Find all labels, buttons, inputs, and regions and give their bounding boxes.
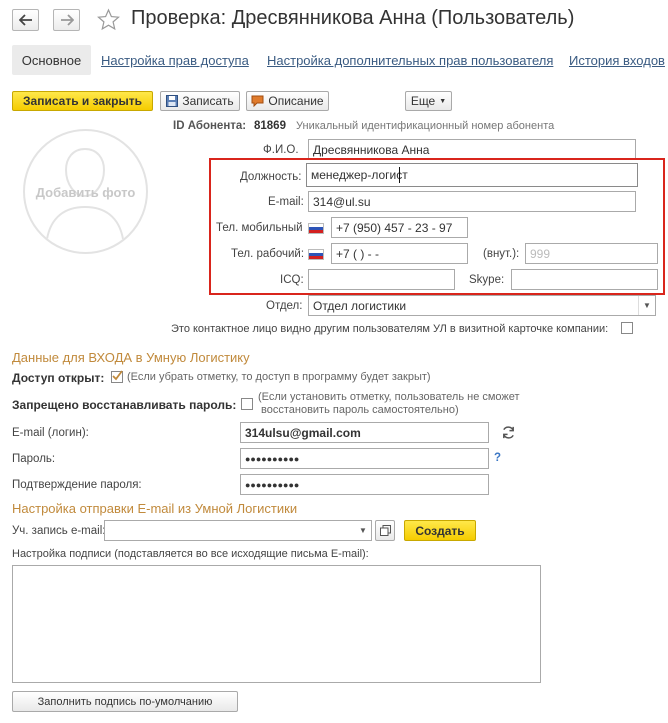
restore-password-label: Запрещено восстанавливать пароль:: [12, 398, 237, 412]
password-help-icon[interactable]: ?: [494, 452, 501, 464]
fill-default-signature-button[interactable]: Заполнить подпись по-умолчанию: [12, 691, 238, 712]
back-button[interactable]: [12, 9, 39, 31]
save-close-label: Записать и закрыть: [23, 94, 142, 108]
description-button[interactable]: Описание: [246, 91, 329, 111]
login-section-title: Данные для ВХОДА в Умную Логистику: [12, 350, 250, 365]
description-label: Описание: [268, 94, 324, 108]
tab-login-history[interactable]: История входов: [569, 53, 665, 68]
ext-input[interactable]: 999: [525, 243, 658, 264]
access-open-label: Доступ открыт:: [12, 371, 105, 385]
tab-main[interactable]: Основное: [12, 45, 91, 75]
signature-label: Настройка подписи (подставляется во все …: [12, 548, 369, 560]
restore-password-hint-1: (Если установить отметку, пользователь н…: [258, 391, 520, 403]
email-account-select[interactable]: ▼: [104, 520, 372, 541]
restore-password-hint-2: восстановить пароль самостоятельно): [261, 404, 459, 416]
mobile-input[interactable]: +7 (950) 457 - 23 - 97: [331, 217, 468, 238]
add-photo-label: Добавить фото: [35, 185, 136, 200]
more-label: Еще: [410, 94, 436, 108]
visibility-checkbox[interactable]: [621, 322, 633, 334]
dropdown-arrow-icon[interactable]: ▼: [638, 296, 655, 315]
fio-label: Ф.И.О.: [263, 144, 299, 156]
open-account-button[interactable]: [375, 520, 395, 541]
comment-icon: [251, 95, 264, 107]
subscriber-id-hint: Уникальный идентификационный номер абоне…: [296, 120, 555, 132]
tab-extra-rights[interactable]: Настройка дополнительных прав пользовате…: [267, 53, 553, 68]
access-open-checkbox[interactable]: [111, 370, 123, 383]
department-value: Отдел логистики: [313, 298, 407, 313]
save-close-button[interactable]: Записать и закрыть: [12, 91, 153, 111]
save-button[interactable]: Записать: [160, 91, 240, 111]
more-button[interactable]: Еще ▼: [405, 91, 452, 111]
confirm-password-label: Подтверждение пароля:: [12, 479, 142, 491]
create-account-button[interactable]: Создать: [404, 520, 476, 541]
department-select[interactable]: Отдел логистики ▼: [308, 295, 656, 316]
icq-input[interactable]: [308, 269, 455, 290]
email-account-label: Уч. запись e-mail:: [12, 525, 106, 537]
arrow-right-icon: [60, 14, 74, 26]
tab-access-rights[interactable]: Настройка прав доступа: [101, 53, 249, 68]
skype-input[interactable]: [511, 269, 658, 290]
refresh-icon[interactable]: [501, 425, 516, 440]
work-phone-input[interactable]: +7 ( ) - -: [331, 243, 468, 264]
arrow-left-icon: [18, 14, 32, 26]
floppy-icon: [166, 95, 179, 107]
forward-button[interactable]: [53, 9, 80, 31]
visibility-label: Это контактное лицо видно другим пользов…: [171, 323, 609, 335]
russia-flag-icon: [308, 223, 324, 234]
subscriber-id-label: ID Абонента:: [173, 120, 247, 132]
star-icon[interactable]: [96, 8, 121, 32]
position-label: Должность:: [240, 171, 302, 183]
text-cursor: [399, 167, 400, 183]
login-email-label: E-mail (логин):: [12, 427, 89, 439]
email-label: E-mail:: [268, 196, 304, 208]
fio-input[interactable]: Дресвянникова Анна: [308, 139, 636, 160]
create-account-label: Создать: [415, 523, 465, 538]
subscriber-id-value: 81869: [254, 120, 286, 132]
russia-flag-icon-2: [308, 249, 324, 260]
access-open-hint: (Если убрать отметку, то доступ в програ…: [127, 371, 431, 383]
signature-textarea[interactable]: [12, 565, 541, 683]
icq-label: ICQ:: [280, 274, 304, 286]
email-section-title: Настройка отправки E-mail из Умной Логис…: [12, 501, 298, 516]
password-input[interactable]: ●●●●●●●●●●: [240, 448, 489, 469]
skype-label: Skype:: [469, 274, 505, 286]
ext-label: (внут.):: [483, 248, 520, 260]
work-phone-label: Тел. рабочий:: [231, 248, 305, 260]
confirm-password-input[interactable]: ●●●●●●●●●●: [240, 474, 489, 495]
chevron-down-icon: ▼: [439, 97, 447, 105]
email-input[interactable]: 314@ul.su: [308, 191, 636, 212]
save-label: Записать: [182, 94, 234, 108]
restore-password-checkbox[interactable]: [241, 398, 253, 410]
login-email-input[interactable]: 314ulsu@gmail.com: [240, 422, 489, 443]
add-photo-area[interactable]: Добавить фото: [23, 129, 148, 254]
position-input[interactable]: менеджер-логист: [306, 163, 638, 187]
dropdown-arrow-icon-2[interactable]: ▼: [355, 521, 371, 540]
window-title: Проверка: Дресвянникова Анна (Пользовате…: [131, 7, 575, 29]
mobile-label: Тел. мобильный: [216, 222, 303, 234]
department-label: Отдел:: [266, 300, 303, 312]
open-window-icon: [379, 525, 391, 536]
password-label: Пароль:: [12, 453, 56, 465]
checkmark-icon: [112, 370, 123, 381]
fill-default-signature-label: Заполнить подпись по-умолчанию: [37, 695, 213, 708]
